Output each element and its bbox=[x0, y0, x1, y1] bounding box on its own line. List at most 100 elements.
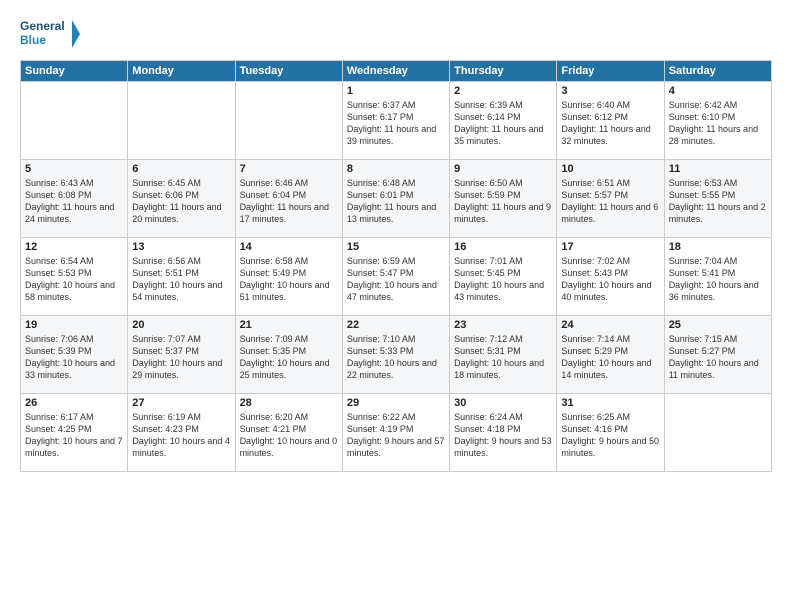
week-row-4: 19 Sunrise: 7:06 AM Sunset: 5:39 PM Dayli… bbox=[21, 316, 772, 394]
cell-text: Sunrise: 6:42 AM Sunset: 6:10 PM Dayligh… bbox=[669, 99, 767, 148]
calendar-cell: 11 Sunrise: 6:53 AM Sunset: 5:55 PM Dayli… bbox=[664, 160, 771, 238]
calendar-cell: 19 Sunrise: 7:06 AM Sunset: 5:39 PM Dayli… bbox=[21, 316, 128, 394]
calendar-cell: 8 Sunrise: 6:48 AM Sunset: 6:01 PM Daylig… bbox=[342, 160, 449, 238]
day-number: 22 bbox=[347, 319, 445, 331]
cell-text: Sunrise: 6:45 AM Sunset: 6:06 PM Dayligh… bbox=[132, 177, 230, 226]
cell-text: Sunrise: 7:01 AM Sunset: 5:45 PM Dayligh… bbox=[454, 255, 552, 304]
cell-text: Sunrise: 6:54 AM Sunset: 5:53 PM Dayligh… bbox=[25, 255, 123, 304]
calendar-cell: 25 Sunrise: 7:15 AM Sunset: 5:27 PM Dayli… bbox=[664, 316, 771, 394]
day-number: 19 bbox=[25, 319, 123, 331]
day-number: 7 bbox=[240, 163, 338, 175]
calendar-cell: 28 Sunrise: 6:20 AM Sunset: 4:21 PM Dayli… bbox=[235, 394, 342, 472]
calendar-cell: 1 Sunrise: 6:37 AM Sunset: 6:17 PM Daylig… bbox=[342, 82, 449, 160]
cell-text: Sunrise: 6:46 AM Sunset: 6:04 PM Dayligh… bbox=[240, 177, 338, 226]
cell-text: Sunrise: 6:53 AM Sunset: 5:55 PM Dayligh… bbox=[669, 177, 767, 226]
calendar-cell: 29 Sunrise: 6:22 AM Sunset: 4:19 PM Dayli… bbox=[342, 394, 449, 472]
weekday-header-tuesday: Tuesday bbox=[235, 61, 342, 82]
calendar-cell: 6 Sunrise: 6:45 AM Sunset: 6:06 PM Daylig… bbox=[128, 160, 235, 238]
calendar-cell: 5 Sunrise: 6:43 AM Sunset: 6:08 PM Daylig… bbox=[21, 160, 128, 238]
calendar-cell: 22 Sunrise: 7:10 AM Sunset: 5:33 PM Dayli… bbox=[342, 316, 449, 394]
logo: General Blue bbox=[20, 16, 80, 52]
cell-text: Sunrise: 7:07 AM Sunset: 5:37 PM Dayligh… bbox=[132, 333, 230, 382]
cell-text: Sunrise: 6:58 AM Sunset: 5:49 PM Dayligh… bbox=[240, 255, 338, 304]
cell-text: Sunrise: 7:15 AM Sunset: 5:27 PM Dayligh… bbox=[669, 333, 767, 382]
calendar-cell: 15 Sunrise: 6:59 AM Sunset: 5:47 PM Dayli… bbox=[342, 238, 449, 316]
calendar-cell: 4 Sunrise: 6:42 AM Sunset: 6:10 PM Daylig… bbox=[664, 82, 771, 160]
cell-text: Sunrise: 6:20 AM Sunset: 4:21 PM Dayligh… bbox=[240, 411, 338, 460]
calendar-cell: 2 Sunrise: 6:39 AM Sunset: 6:14 PM Daylig… bbox=[450, 82, 557, 160]
cell-text: Sunrise: 7:02 AM Sunset: 5:43 PM Dayligh… bbox=[561, 255, 659, 304]
cell-text: Sunrise: 6:19 AM Sunset: 4:23 PM Dayligh… bbox=[132, 411, 230, 460]
cell-text: Sunrise: 7:10 AM Sunset: 5:33 PM Dayligh… bbox=[347, 333, 445, 382]
calendar-cell bbox=[235, 82, 342, 160]
weekday-header-monday: Monday bbox=[128, 61, 235, 82]
cell-text: Sunrise: 6:56 AM Sunset: 5:51 PM Dayligh… bbox=[132, 255, 230, 304]
cell-text: Sunrise: 6:50 AM Sunset: 5:59 PM Dayligh… bbox=[454, 177, 552, 226]
day-number: 15 bbox=[347, 241, 445, 253]
logo-svg: General Blue bbox=[20, 16, 80, 52]
calendar-cell bbox=[128, 82, 235, 160]
weekday-header-row: SundayMondayTuesdayWednesdayThursdayFrid… bbox=[21, 61, 772, 82]
day-number: 26 bbox=[25, 397, 123, 409]
week-row-3: 12 Sunrise: 6:54 AM Sunset: 5:53 PM Dayli… bbox=[21, 238, 772, 316]
day-number: 13 bbox=[132, 241, 230, 253]
day-number: 29 bbox=[347, 397, 445, 409]
cell-text: Sunrise: 6:40 AM Sunset: 6:12 PM Dayligh… bbox=[561, 99, 659, 148]
calendar-cell bbox=[21, 82, 128, 160]
cell-text: Sunrise: 6:43 AM Sunset: 6:08 PM Dayligh… bbox=[25, 177, 123, 226]
day-number: 8 bbox=[347, 163, 445, 175]
calendar-cell: 26 Sunrise: 6:17 AM Sunset: 4:25 PM Dayli… bbox=[21, 394, 128, 472]
weekday-header-saturday: Saturday bbox=[664, 61, 771, 82]
week-row-2: 5 Sunrise: 6:43 AM Sunset: 6:08 PM Daylig… bbox=[21, 160, 772, 238]
day-number: 18 bbox=[669, 241, 767, 253]
calendar-cell: 20 Sunrise: 7:07 AM Sunset: 5:37 PM Dayli… bbox=[128, 316, 235, 394]
calendar-cell: 30Sunrise: 6:24 AM Sunset: 4:18 PM Dayli… bbox=[450, 394, 557, 472]
cell-text: Sunrise: 6:24 AM Sunset: 4:18 PM Dayligh… bbox=[454, 411, 552, 460]
cell-text: Sunrise: 6:37 AM Sunset: 6:17 PM Dayligh… bbox=[347, 99, 445, 148]
cell-text: Sunrise: 7:06 AM Sunset: 5:39 PM Dayligh… bbox=[25, 333, 123, 382]
day-number: 27 bbox=[132, 397, 230, 409]
calendar-table: SundayMondayTuesdayWednesdayThursdayFrid… bbox=[20, 60, 772, 472]
day-number: 1 bbox=[347, 85, 445, 97]
weekday-header-thursday: Thursday bbox=[450, 61, 557, 82]
day-number: 14 bbox=[240, 241, 338, 253]
cell-text: Sunrise: 6:17 AM Sunset: 4:25 PM Dayligh… bbox=[25, 411, 123, 460]
cell-text: Sunrise: 7:12 AM Sunset: 5:31 PM Dayligh… bbox=[454, 333, 552, 382]
calendar-cell: 10Sunrise: 6:51 AM Sunset: 5:57 PM Dayli… bbox=[557, 160, 664, 238]
cell-text: Sunrise: 7:14 AM Sunset: 5:29 PM Dayligh… bbox=[561, 333, 659, 382]
week-row-5: 26 Sunrise: 6:17 AM Sunset: 4:25 PM Dayli… bbox=[21, 394, 772, 472]
cell-text: Sunrise: 6:25 AM Sunset: 4:16 PM Dayligh… bbox=[561, 411, 659, 460]
day-number: 9 bbox=[454, 163, 552, 175]
calendar-cell: 16Sunrise: 7:01 AM Sunset: 5:45 PM Dayli… bbox=[450, 238, 557, 316]
calendar-cell: 3Sunrise: 6:40 AM Sunset: 6:12 PM Daylig… bbox=[557, 82, 664, 160]
svg-text:Blue: Blue bbox=[20, 33, 46, 47]
cell-text: Sunrise: 6:59 AM Sunset: 5:47 PM Dayligh… bbox=[347, 255, 445, 304]
cell-text: Sunrise: 7:09 AM Sunset: 5:35 PM Dayligh… bbox=[240, 333, 338, 382]
cell-text: Sunrise: 6:48 AM Sunset: 6:01 PM Dayligh… bbox=[347, 177, 445, 226]
calendar-container: General Blue SundayMondayTuesdayWednesda… bbox=[0, 0, 792, 612]
day-number: 4 bbox=[669, 85, 767, 97]
day-number: 5 bbox=[25, 163, 123, 175]
cell-text: Sunrise: 6:22 AM Sunset: 4:19 PM Dayligh… bbox=[347, 411, 445, 460]
cell-text: Sunrise: 7:04 AM Sunset: 5:41 PM Dayligh… bbox=[669, 255, 767, 304]
calendar-cell: 12 Sunrise: 6:54 AM Sunset: 5:53 PM Dayli… bbox=[21, 238, 128, 316]
day-number: 25 bbox=[669, 319, 767, 331]
day-number: 17 bbox=[561, 241, 659, 253]
cell-text: Sunrise: 6:51 AM Sunset: 5:57 PM Dayligh… bbox=[561, 177, 659, 226]
day-number: 6 bbox=[132, 163, 230, 175]
day-number: 2 bbox=[454, 85, 552, 97]
weekday-header-friday: Friday bbox=[557, 61, 664, 82]
cell-text: Sunrise: 6:39 AM Sunset: 6:14 PM Dayligh… bbox=[454, 99, 552, 148]
calendar-cell: 21Sunrise: 7:09 AM Sunset: 5:35 PM Dayli… bbox=[235, 316, 342, 394]
day-number: 12 bbox=[25, 241, 123, 253]
calendar-cell: 9 Sunrise: 6:50 AM Sunset: 5:59 PM Daylig… bbox=[450, 160, 557, 238]
day-number: 31 bbox=[561, 397, 659, 409]
day-number: 23 bbox=[454, 319, 552, 331]
calendar-cell: 18 Sunrise: 7:04 AM Sunset: 5:41 PM Dayli… bbox=[664, 238, 771, 316]
weekday-header-sunday: Sunday bbox=[21, 61, 128, 82]
day-number: 20 bbox=[132, 319, 230, 331]
weekday-header-wednesday: Wednesday bbox=[342, 61, 449, 82]
day-number: 28 bbox=[240, 397, 338, 409]
day-number: 11 bbox=[669, 163, 767, 175]
day-number: 24 bbox=[561, 319, 659, 331]
